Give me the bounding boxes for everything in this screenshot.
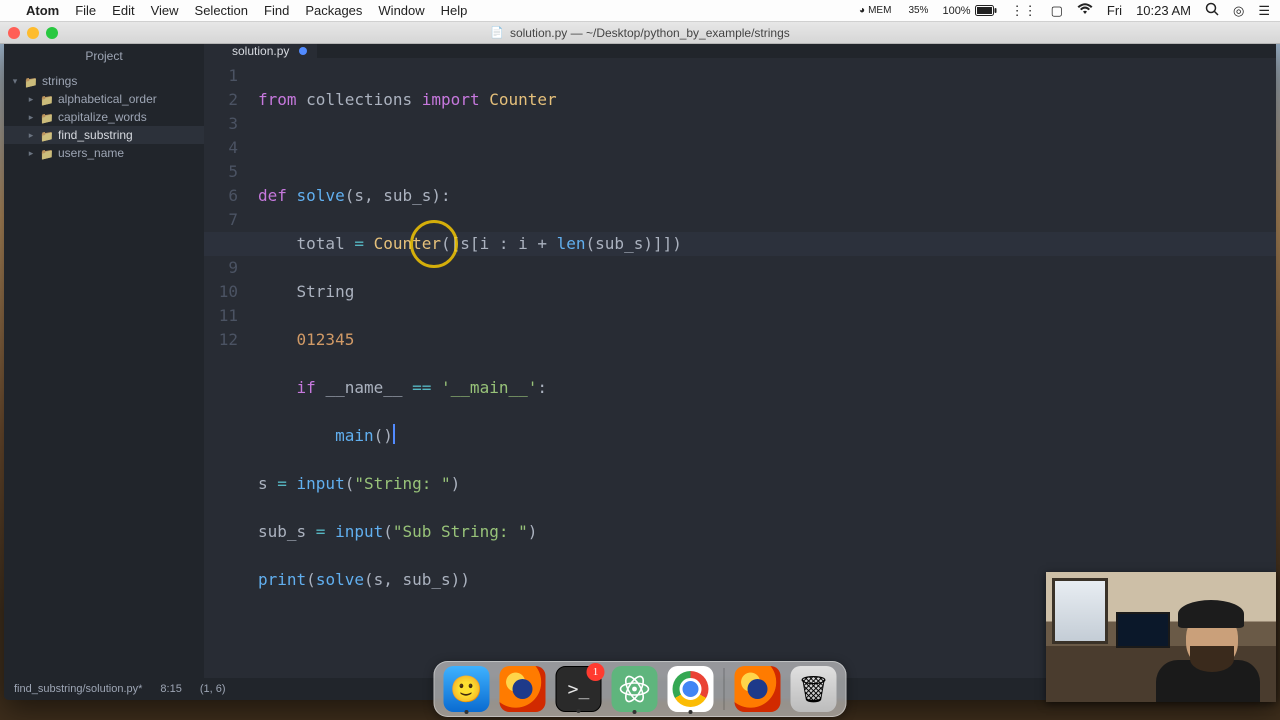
bluetooth-icon[interactable]: ⋮⋮ xyxy=(1011,3,1037,19)
tree-folder[interactable]: ▸ users_name xyxy=(4,144,204,162)
tree-folder-label: users_name xyxy=(58,146,124,160)
folder-icon xyxy=(24,75,38,87)
tab-label: solution.py xyxy=(232,44,289,58)
unsaved-dot-icon xyxy=(299,47,307,55)
spotlight-icon[interactable] xyxy=(1205,2,1219,19)
tab-solution-py[interactable]: solution.py xyxy=(204,44,317,58)
siri-icon[interactable]: ◎ xyxy=(1233,3,1244,19)
tree-root-label: strings xyxy=(42,74,77,88)
menu-file[interactable]: File xyxy=(75,3,96,18)
window-titlebar: 📄 solution.py — ~/Desktop/python_by_exam… xyxy=(0,22,1280,44)
tree-folder-label: capitalize_words xyxy=(58,110,147,124)
chevron-right-icon[interactable]: ▸ xyxy=(26,130,36,141)
close-window-button[interactable] xyxy=(8,27,20,39)
app-menu[interactable]: Atom xyxy=(26,3,59,18)
tree-folder-label: find_substring xyxy=(58,128,133,142)
tree-folder-selected[interactable]: ▸ find_substring xyxy=(4,126,204,144)
tree-root[interactable]: ▾ strings xyxy=(4,72,204,90)
dock-atom-icon[interactable] xyxy=(612,666,658,712)
document-icon: 📄 xyxy=(490,26,504,39)
tree-folder[interactable]: ▸ alphabetical_order xyxy=(4,90,204,108)
text-cursor xyxy=(393,424,395,444)
status-file-path[interactable]: find_substring/solution.py* xyxy=(14,683,142,695)
tree-folder-label: alphabetical_order xyxy=(58,92,157,106)
mem-pct: 35% xyxy=(908,5,928,16)
folder-icon xyxy=(40,93,54,105)
chevron-right-icon[interactable]: ▸ xyxy=(26,148,36,159)
status-cursor-pos[interactable]: 8:15 xyxy=(160,683,181,695)
line-number-gutter: 123 456 789 101112 xyxy=(204,58,252,700)
chevron-right-icon[interactable]: ▸ xyxy=(26,112,36,123)
dock-finder-icon[interactable]: 🙂 xyxy=(444,666,490,712)
chevron-down-icon[interactable]: ▾ xyxy=(10,76,20,87)
menubar-time[interactable]: 10:23 AM xyxy=(1136,3,1191,18)
dock-chrome-icon[interactable] xyxy=(668,666,714,712)
zoom-window-button[interactable] xyxy=(46,27,58,39)
macos-menubar: Atom File Edit View Selection Find Packa… xyxy=(0,0,1280,22)
dock-trash-icon[interactable]: 🗑 xyxy=(791,666,837,712)
menu-help[interactable]: Help xyxy=(441,3,468,18)
notifications-icon[interactable]: ☰ xyxy=(1258,3,1270,19)
folder-icon xyxy=(40,147,54,159)
terminal-badge: 1 xyxy=(587,663,605,681)
dock-recent-firefox-icon[interactable] xyxy=(735,666,781,712)
webcam-overlay xyxy=(1046,572,1276,702)
menu-find[interactable]: Find xyxy=(264,3,289,18)
minimize-window-button[interactable] xyxy=(27,27,39,39)
window-title: solution.py — ~/Desktop/python_by_exampl… xyxy=(510,26,790,40)
airplay-icon[interactable]: ▢ xyxy=(1051,3,1063,19)
dock-terminal-icon[interactable]: >_1 xyxy=(556,666,602,712)
folder-icon xyxy=(40,129,54,141)
menu-window[interactable]: Window xyxy=(378,3,424,18)
dock-divider xyxy=(724,668,725,710)
menu-packages[interactable]: Packages xyxy=(305,3,362,18)
menu-view[interactable]: View xyxy=(151,3,179,18)
tab-bar[interactable]: solution.py xyxy=(204,44,1276,58)
battery-status[interactable]: 100% xyxy=(942,5,996,17)
tree-folder[interactable]: ▸ capitalize_words xyxy=(4,108,204,126)
menu-selection[interactable]: Selection xyxy=(195,3,248,18)
macos-dock[interactable]: 🙂 >_1 🗑 xyxy=(434,661,847,717)
project-pane-header: Project xyxy=(4,44,204,68)
menu-edit[interactable]: Edit xyxy=(112,3,134,18)
wifi-icon[interactable] xyxy=(1077,3,1093,18)
dock-firefox-icon[interactable] xyxy=(500,666,546,712)
chevron-right-icon[interactable]: ▸ xyxy=(26,94,36,105)
folder-icon xyxy=(40,111,54,123)
mem-icon: ◕ MEM xyxy=(859,5,894,16)
menubar-day[interactable]: Fri xyxy=(1107,3,1122,18)
window-controls xyxy=(8,27,58,39)
project-tree-pane[interactable]: Project ▾ strings ▸ alphabetical_order ▸… xyxy=(4,44,204,678)
